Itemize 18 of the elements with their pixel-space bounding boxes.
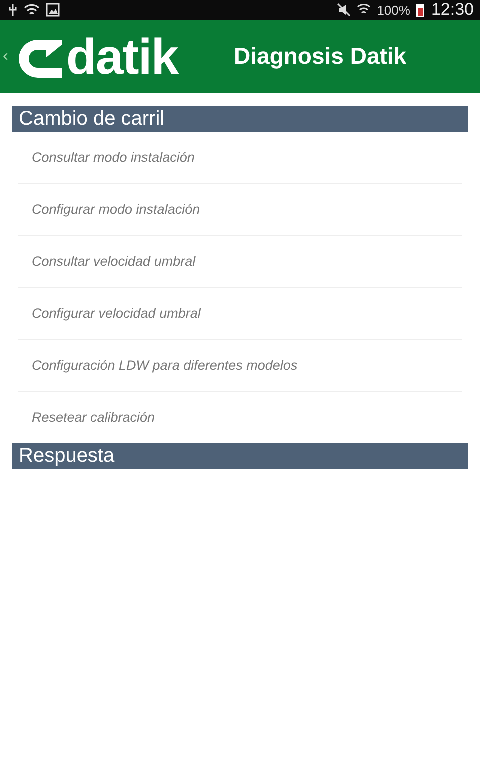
menu-item[interactable]: Configurar modo instalación xyxy=(18,184,462,236)
battery-level: 100% xyxy=(377,2,410,18)
mute-icon xyxy=(337,3,352,17)
clock: 12:30 xyxy=(431,0,474,20)
menu-item[interactable]: Consultar modo instalación xyxy=(18,132,462,184)
battery-icon xyxy=(416,2,426,18)
menu-item[interactable]: Consultar velocidad umbral xyxy=(18,236,462,288)
app-title: Diagnosis Datik xyxy=(234,43,407,70)
usb-icon xyxy=(8,3,18,17)
section-header: Respuesta xyxy=(12,443,468,469)
menu-item[interactable]: Configuración LDW para diferentes modelos xyxy=(18,340,462,392)
wifi-icon xyxy=(24,3,40,17)
back-button[interactable]: ‹ xyxy=(3,48,8,66)
section-header: Cambio de carril xyxy=(12,106,468,132)
menu-item[interactable]: Configurar velocidad umbral xyxy=(18,288,462,340)
logo-text: datik xyxy=(66,32,178,82)
image-icon xyxy=(46,3,60,17)
menu-item[interactable]: Resetear calibración xyxy=(18,392,462,443)
